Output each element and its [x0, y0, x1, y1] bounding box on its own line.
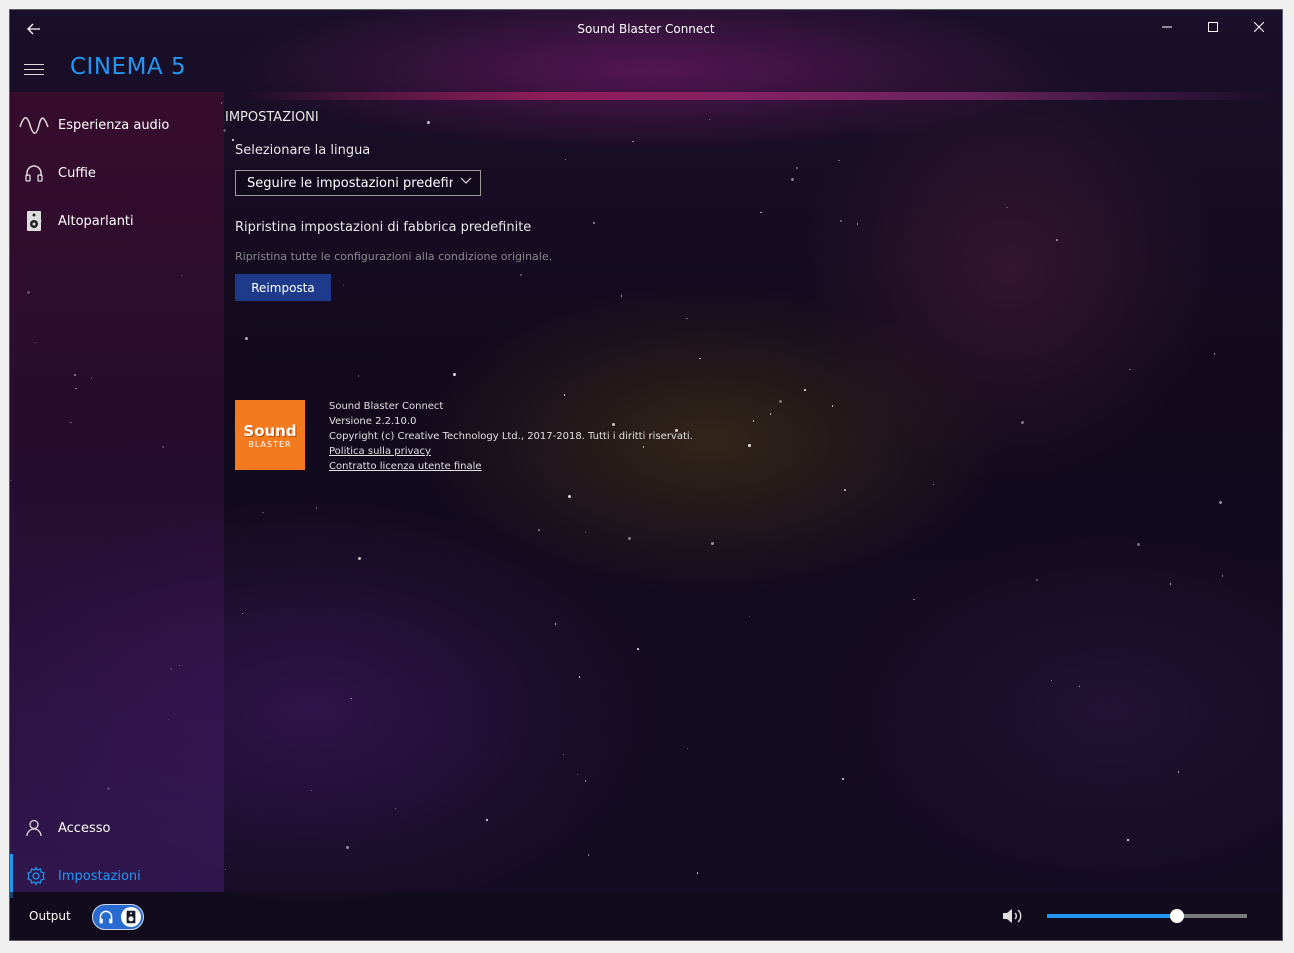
- language-dropdown[interactable]: Seguire le impostazioni predefinite: [235, 170, 481, 196]
- sound-blaster-logo: Sound BLASTER: [235, 400, 305, 470]
- minimize-button[interactable]: [1144, 10, 1190, 44]
- maximize-icon: [1208, 22, 1218, 32]
- maximize-button[interactable]: [1190, 10, 1236, 44]
- sidebar-item-headphones[interactable]: Cuffie: [10, 151, 224, 195]
- close-icon: [1254, 22, 1264, 32]
- privacy-link[interactable]: Politica sulla privacy: [329, 444, 693, 459]
- waveform-icon: [10, 103, 58, 147]
- output-toggle[interactable]: [92, 904, 144, 930]
- sidebar-item-speakers[interactable]: Altoparlanti: [10, 199, 224, 243]
- app-version: Versione 2.2.10.0: [329, 416, 417, 427]
- about-info: Sound Blaster Connect Versione 2.2.10.0 …: [329, 399, 693, 474]
- reset-title: Ripristina impostazioni di fabbrica pred…: [235, 220, 532, 235]
- sidebar-item-access[interactable]: Accesso: [10, 806, 224, 850]
- sidebar-item-label: Cuffie: [58, 165, 96, 181]
- eula-link[interactable]: Contratto licenza utente finale: [329, 459, 693, 474]
- language-value: Seguire le impostazioni predefinite: [247, 175, 453, 191]
- app-window: Sound Blaster Connect CINEMA 5 Esperienz…: [9, 9, 1283, 941]
- volume-slider[interactable]: [1047, 909, 1247, 923]
- language-label: Selezionare la lingua: [235, 143, 371, 158]
- sidebar-item-label: Esperienza audio: [58, 117, 170, 133]
- sidebar: Esperienza audio Cuffie Altoparlanti Acc…: [10, 92, 224, 898]
- sidebar-item-label: Impostazioni: [58, 868, 141, 884]
- volume-slider-fill: [1047, 914, 1177, 918]
- sidebar-item-audio-experience[interactable]: Esperienza audio: [10, 103, 224, 147]
- reset-description: Ripristina tutte le configurazioni alla …: [235, 250, 553, 263]
- bottom-bar: Output: [10, 892, 1282, 940]
- speaker-icon: [10, 199, 58, 243]
- window-title: Sound Blaster Connect: [577, 22, 715, 36]
- hamburger-icon[interactable]: [24, 60, 44, 76]
- sidebar-item-label: Altoparlanti: [58, 213, 134, 229]
- chevron-down-icon: [460, 175, 472, 188]
- reset-button[interactable]: Reimposta: [235, 274, 331, 301]
- headphones-icon: [98, 909, 114, 929]
- close-button[interactable]: [1236, 10, 1282, 44]
- app-copyright: Copyright (c) Creative Technology Ltd., …: [329, 431, 693, 442]
- volume-slider-thumb[interactable]: [1170, 909, 1184, 923]
- device-title: CINEMA 5: [70, 54, 187, 80]
- window-controls: [1144, 10, 1282, 46]
- minimize-icon: [1162, 26, 1172, 28]
- speaker-icon: [121, 907, 141, 927]
- header-accent: [234, 92, 1282, 100]
- person-icon: [10, 806, 58, 850]
- sidebar-item-label: Accesso: [58, 820, 111, 836]
- volume-icon[interactable]: [1002, 907, 1024, 929]
- output-label: Output: [29, 909, 71, 923]
- headphones-icon: [10, 151, 58, 195]
- title-bar: Sound Blaster Connect: [10, 10, 1282, 50]
- app-name: Sound Blaster Connect: [329, 401, 444, 412]
- section-title: IMPOSTAZIONI: [225, 110, 319, 125]
